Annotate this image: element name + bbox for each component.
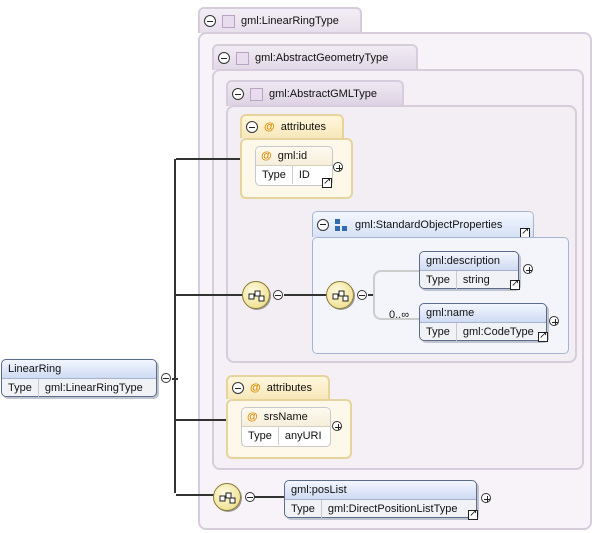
type-value: gml:CodeType	[462, 326, 534, 338]
complex-type-icon	[222, 14, 235, 28]
linear-ring-type-header[interactable]: gml:LinearRingType	[198, 7, 362, 33]
collapse-icon[interactable]	[273, 290, 283, 300]
collapse-icon[interactable]	[245, 492, 255, 502]
type-value: ID	[298, 169, 310, 181]
group-name: gml:StandardObjectProperties	[355, 218, 503, 231]
expand-icon[interactable]	[549, 316, 559, 326]
connector	[373, 270, 419, 320]
type-value: gml:LinearRingType	[44, 382, 143, 394]
type-name: gml:LinearRingType	[241, 15, 339, 27]
expand-icon[interactable]	[481, 493, 491, 503]
expand-icon[interactable]	[523, 264, 533, 274]
group-icon	[335, 218, 347, 231]
collapse-icon[interactable]	[161, 373, 171, 383]
element-name: gml:name	[420, 304, 546, 323]
attribute-icon: @	[261, 150, 272, 162]
type-label: Type	[256, 166, 293, 184]
connector	[176, 419, 226, 421]
connector	[176, 494, 214, 496]
attributes-label: attributes	[280, 121, 326, 133]
reference-link-icon[interactable]	[468, 508, 478, 520]
reference-link-icon[interactable]	[538, 330, 548, 342]
type-label: Type	[420, 323, 457, 341]
connector	[284, 294, 326, 296]
sequence-icon[interactable]	[213, 483, 241, 511]
expand-icon[interactable]	[333, 162, 343, 172]
connector	[174, 159, 176, 493]
type-name: gml:AbstractGeometryType	[255, 52, 389, 64]
connector	[176, 158, 240, 160]
collapse-icon[interactable]	[246, 121, 258, 133]
complex-type-icon	[250, 87, 263, 101]
collapse-icon[interactable]	[218, 52, 230, 64]
sequence-icon[interactable]	[326, 281, 354, 309]
connector	[254, 496, 284, 498]
standard-object-properties-header[interactable]: gml:StandardObjectProperties	[312, 211, 534, 237]
attribute-icon: @	[247, 411, 258, 423]
attribute-srsname[interactable]: @ srsName Type anyURI	[241, 407, 331, 447]
collapse-icon[interactable]	[232, 382, 244, 394]
type-name: gml:AbstractGMLType	[269, 88, 377, 100]
attributes-header[interactable]: @ attributes	[226, 375, 330, 399]
element-gml-description[interactable]: gml:description Type string	[419, 251, 519, 289]
complex-type-icon	[236, 51, 249, 65]
attributes-header[interactable]: @ attributes	[240, 114, 344, 138]
attribute-name: srsName	[263, 411, 308, 423]
type-value: gml:DirectPositionListType	[327, 503, 458, 515]
connector	[176, 294, 242, 296]
element-linear-ring[interactable]: LinearRing Type gml:LinearRingType	[1, 359, 157, 397]
abstract-geometry-type-header[interactable]: gml:AbstractGeometryType	[212, 44, 418, 70]
attribute-name: gml:id	[277, 150, 308, 162]
attribute-icon: @	[264, 121, 275, 133]
expand-icon[interactable]	[332, 421, 342, 431]
type-label: Type	[242, 427, 279, 445]
sequence-icon[interactable]	[242, 281, 270, 309]
attributes-label: attributes	[266, 382, 312, 394]
attribute-icon: @	[250, 382, 261, 394]
type-label: Type	[285, 500, 322, 518]
type-value: anyURI	[284, 430, 322, 442]
type-value: string	[462, 274, 490, 286]
reference-link-icon[interactable]	[322, 176, 332, 188]
type-label: Type	[420, 271, 457, 289]
abstract-gml-type-header[interactable]: gml:AbstractGMLType	[226, 80, 404, 106]
element-gml-pos-list[interactable]: gml:posList Type gml:DirectPositionListTy…	[284, 480, 477, 518]
type-label: Type	[2, 379, 39, 397]
element-name: gml:description	[420, 252, 518, 271]
collapse-icon[interactable]	[204, 15, 216, 27]
collapse-icon[interactable]	[357, 290, 367, 300]
reference-link-icon[interactable]	[510, 278, 520, 290]
collapse-icon[interactable]	[232, 88, 244, 100]
element-name: LinearRing	[2, 360, 156, 379]
collapse-icon[interactable]	[317, 218, 329, 231]
element-gml-name[interactable]: gml:name Type gml:CodeType	[419, 303, 547, 341]
element-name: gml:posList	[285, 481, 476, 500]
